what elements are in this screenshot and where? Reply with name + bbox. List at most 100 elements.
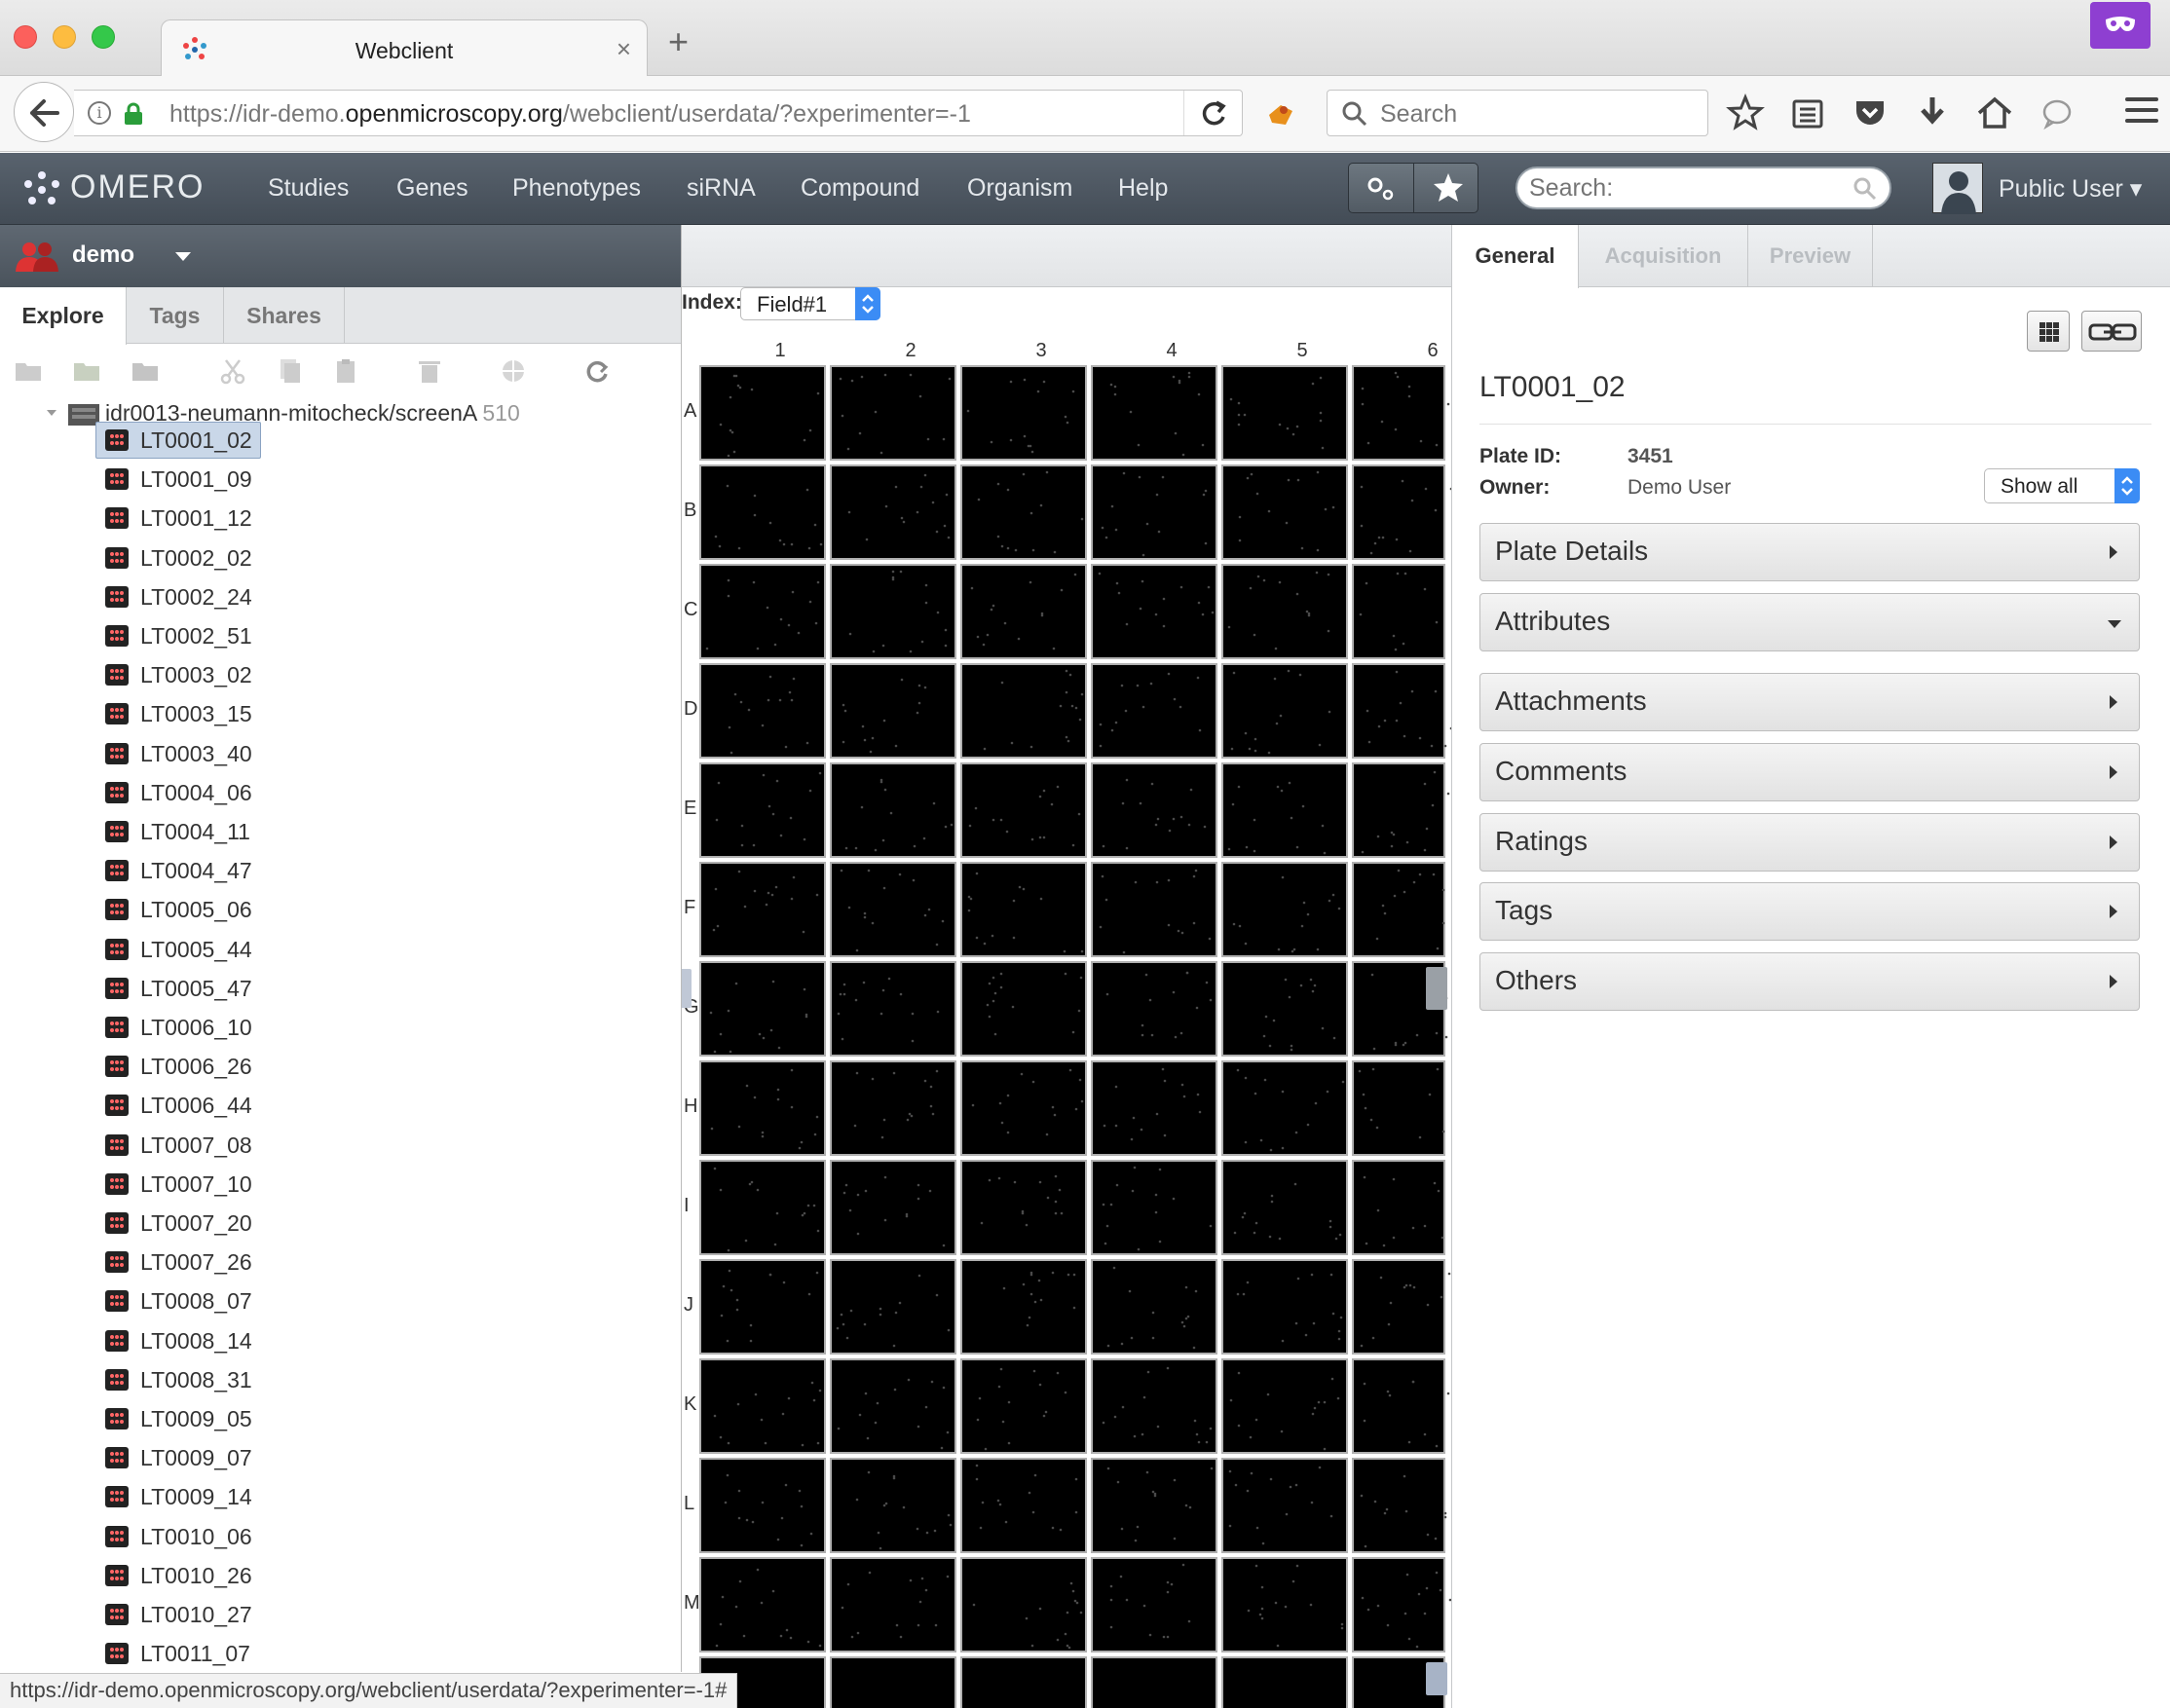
well-thumbnail[interactable] <box>1091 564 1217 659</box>
well-thumbnail[interactable] <box>1352 1358 1450 1454</box>
well-thumbnail[interactable] <box>830 762 956 858</box>
tab-explore[interactable]: Explore <box>0 287 127 345</box>
user-menu[interactable]: Public User ▾ <box>1999 174 2142 204</box>
well-thumbnail[interactable] <box>960 1458 1087 1553</box>
well-thumbnail[interactable] <box>1352 663 1451 759</box>
tab-shares[interactable]: Shares <box>224 287 345 344</box>
tab-acquisition[interactable]: Acquisition <box>1579 225 1748 287</box>
extension-icon[interactable] <box>1266 101 1295 127</box>
nav-compound[interactable]: Compound <box>801 174 919 203</box>
new-tab-button[interactable]: + <box>668 24 689 59</box>
well-thumbnail[interactable] <box>960 961 1087 1057</box>
well-thumbnail[interactable] <box>1352 464 1451 560</box>
well-thumbnail[interactable] <box>1091 1358 1217 1454</box>
well-thumbnail[interactable] <box>1091 1060 1217 1156</box>
well-thumbnail[interactable] <box>960 464 1087 560</box>
search-icon[interactable] <box>1852 176 1878 202</box>
well-thumbnail[interactable] <box>1221 1060 1348 1156</box>
well-thumbnail[interactable] <box>1221 1160 1348 1255</box>
back-button[interactable] <box>14 82 74 142</box>
settings-gears-icon[interactable] <box>1365 175 1398 203</box>
well-thumbnail[interactable] <box>1221 961 1348 1057</box>
well-thumbnail[interactable] <box>699 1060 826 1156</box>
maximize-window-button[interactable] <box>92 25 115 49</box>
well-thumbnail[interactable] <box>1091 762 1217 858</box>
omero-logo-icon[interactable] <box>21 170 62 209</box>
url-bar[interactable]: i https://idr-demo.openmicroscopy.org/we… <box>74 90 1243 136</box>
reading-list-icon[interactable] <box>1788 93 1827 132</box>
chevron-down-icon[interactable] <box>175 252 191 261</box>
section-ratings[interactable]: Ratings <box>1479 813 2140 872</box>
well-thumbnail[interactable] <box>1352 1259 1451 1355</box>
url-text[interactable]: https://idr-demo.openmicroscopy.org/webc… <box>169 100 971 129</box>
well-thumbnail[interactable] <box>699 464 826 560</box>
close-window-button[interactable] <box>14 25 37 49</box>
tab-tags[interactable]: Tags <box>127 287 224 344</box>
well-thumbnail[interactable] <box>960 365 1087 461</box>
well-thumbnail[interactable] <box>1091 1160 1217 1255</box>
well-thumbnail[interactable] <box>960 1557 1087 1652</box>
nav-sirna[interactable]: siRNA <box>687 174 756 203</box>
well-thumbnail[interactable] <box>830 1060 956 1156</box>
well-thumbnail[interactable] <box>1091 663 1217 759</box>
well-thumbnail[interactable] <box>960 1358 1087 1454</box>
field-index-select[interactable]: Field#1 <box>740 287 880 320</box>
well-thumbnail[interactable] <box>1091 1458 1217 1553</box>
well-thumbnail[interactable] <box>1221 1656 1348 1708</box>
pocket-icon[interactable] <box>1851 93 1889 132</box>
browser-tab[interactable]: Webclient × <box>161 19 648 76</box>
well-thumbnail[interactable] <box>960 1259 1087 1355</box>
cut-icon[interactable] <box>218 357 247 385</box>
well-thumbnail[interactable] <box>1221 862 1348 957</box>
well-thumbnail[interactable] <box>830 1358 956 1454</box>
well-thumbnail[interactable] <box>1352 762 1450 858</box>
well-thumbnail[interactable] <box>699 762 826 858</box>
well-thumbnail[interactable] <box>1221 365 1348 461</box>
well-thumbnail[interactable] <box>830 464 956 560</box>
well-thumbnail[interactable] <box>1091 862 1217 957</box>
hamburger-menu-icon[interactable] <box>2125 97 2158 130</box>
browser-search-input[interactable]: Search <box>1327 90 1708 136</box>
section-plate-details[interactable]: Plate Details <box>1479 523 2140 581</box>
new-screen-icon[interactable] <box>131 357 160 385</box>
well-thumbnail[interactable] <box>1352 1160 1445 1255</box>
well-thumbnail[interactable] <box>960 1160 1087 1255</box>
well-thumbnail[interactable] <box>1091 1557 1217 1652</box>
well-thumbnail[interactable] <box>1221 564 1348 659</box>
well-thumbnail[interactable] <box>699 663 826 759</box>
reload-button[interactable] <box>1183 91 1242 135</box>
well-thumbnail[interactable] <box>960 862 1087 957</box>
nav-studies[interactable]: Studies <box>268 174 349 203</box>
well-thumbnail[interactable] <box>1352 1458 1447 1553</box>
well-thumbnail[interactable] <box>960 1656 1087 1708</box>
well-thumbnail[interactable] <box>830 1259 956 1355</box>
well-thumbnail[interactable] <box>960 663 1087 759</box>
nav-phenotypes[interactable]: Phenotypes <box>512 174 641 203</box>
section-tags[interactable]: Tags <box>1479 882 2140 941</box>
group-selector[interactable]: demo <box>0 225 681 287</box>
tab-close-icon[interactable]: × <box>617 34 631 64</box>
well-thumbnail[interactable] <box>1221 1358 1348 1454</box>
chat-bubble-icon[interactable] <box>2038 93 2076 132</box>
well-thumbnail[interactable] <box>1221 1259 1348 1355</box>
section-others[interactable]: Others <box>1479 952 2140 1011</box>
well-thumbnail[interactable] <box>1091 1656 1217 1708</box>
nav-genes[interactable]: Genes <box>396 174 468 203</box>
globe-icon[interactable] <box>499 357 528 385</box>
minimize-window-button[interactable] <box>53 25 76 49</box>
well-thumbnail[interactable] <box>699 365 826 461</box>
apps-stars-icon[interactable] <box>1429 171 1468 206</box>
tab-preview[interactable]: Preview <box>1748 225 1873 287</box>
omero-logo-text[interactable]: OMERO <box>70 168 205 206</box>
well-thumbnail[interactable] <box>699 564 826 659</box>
new-folder-icon[interactable] <box>14 357 43 385</box>
omero-search-field[interactable] <box>1515 167 1891 209</box>
tab-general[interactable]: General <box>1452 225 1579 288</box>
download-icon[interactable] <box>1913 93 1952 132</box>
paste-icon[interactable] <box>331 357 360 385</box>
home-icon[interactable] <box>1975 93 2014 132</box>
copy-icon[interactable] <box>275 357 304 385</box>
section-attachments[interactable]: Attachments <box>1479 673 2140 731</box>
well-thumbnail[interactable] <box>1091 464 1217 560</box>
well-thumbnail[interactable] <box>699 862 826 957</box>
